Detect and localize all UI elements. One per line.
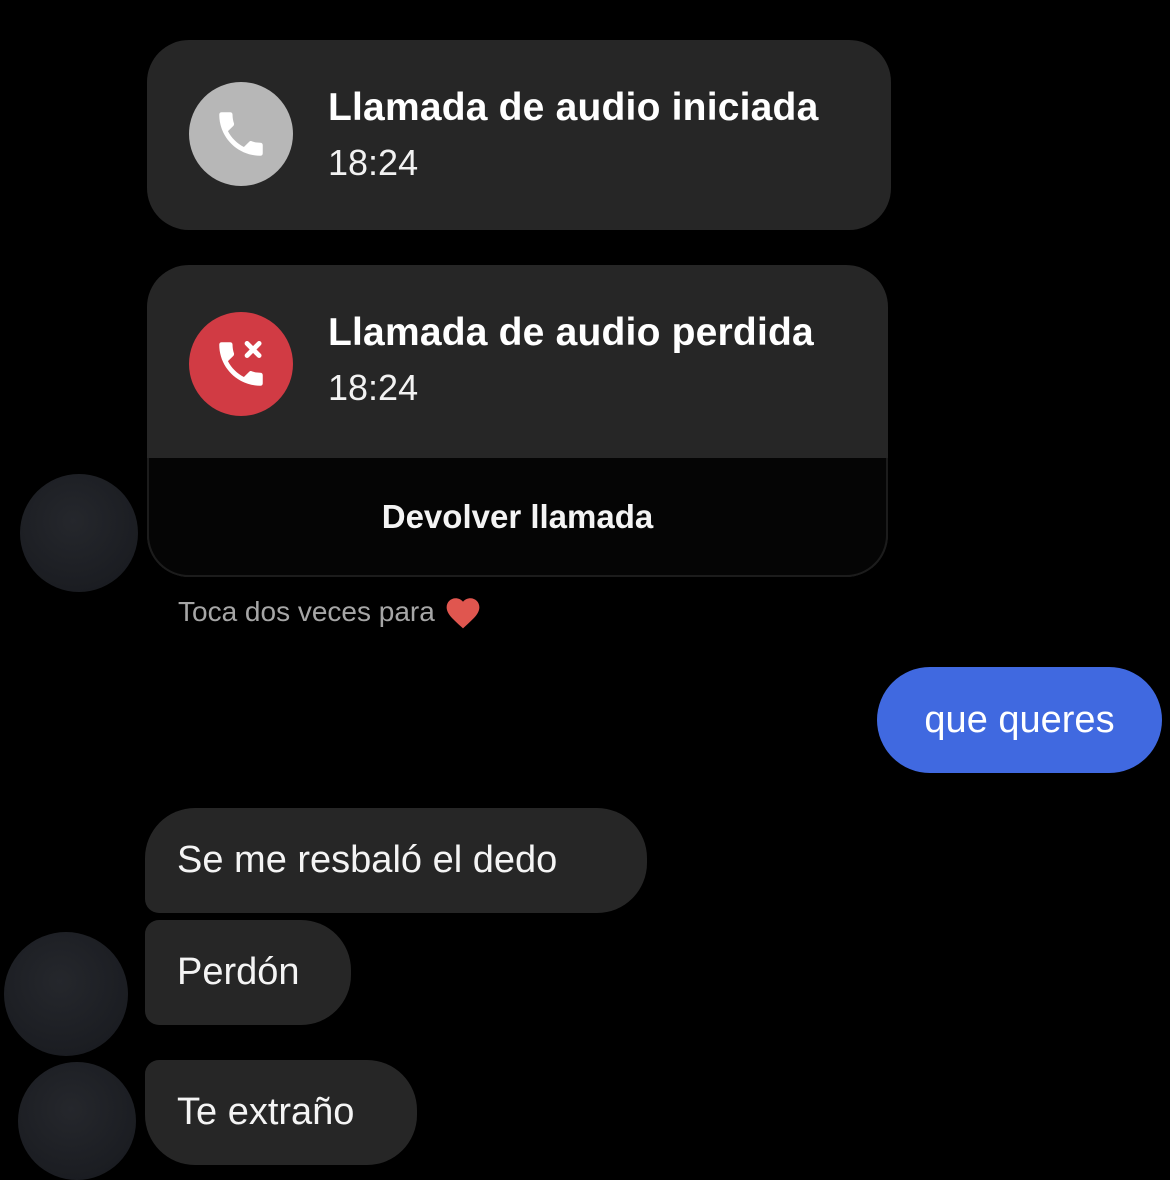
incoming-message-bubble[interactable]: Se me resbaló el dedo [145,808,647,913]
audio-call-started-card[interactable]: Llamada de audio iniciada 18:24 [147,40,891,230]
call-time: 18:24 [328,367,419,408]
call-title: Llamada de audio iniciada [328,86,819,129]
call-back-button[interactable]: Devolver llamada [147,458,888,577]
call-title: Llamada de audio perdida [328,311,814,354]
heart-icon [446,598,480,629]
outgoing-message-bubble[interactable]: que queres [877,667,1162,773]
avatar[interactable] [18,1062,136,1180]
phone-icon [189,82,293,186]
incoming-message-bubble[interactable]: Te extraño [145,1060,417,1165]
double-tap-hint: Toca dos veces para [178,594,483,630]
missed-call-icon [189,312,293,416]
hint-text: Toca dos veces para [178,596,435,627]
avatar[interactable] [20,474,138,592]
audio-call-missed-card[interactable]: Llamada de audio perdida 18:24 Devolver … [147,265,888,577]
incoming-message-bubble[interactable]: Perdón [145,920,351,1025]
call-time: 18:24 [328,142,419,183]
avatar[interactable] [4,932,128,1056]
